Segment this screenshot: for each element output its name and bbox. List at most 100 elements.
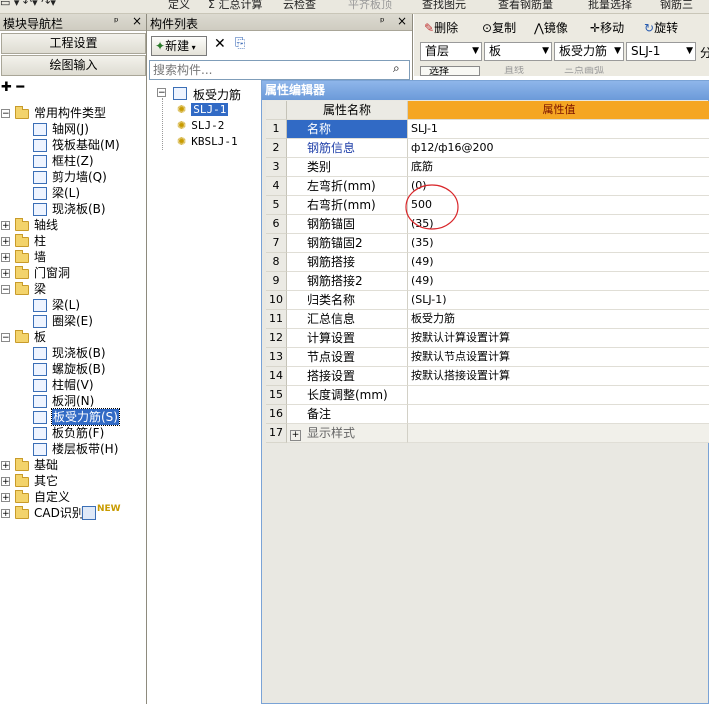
expand-icon[interactable]: + — [1, 221, 10, 231]
delete-icon[interactable]: ✕ — [214, 36, 226, 52]
property-row[interactable]: 13 节点设置 按默认节点设置计算 — [266, 348, 709, 367]
property-value[interactable]: (49) — [408, 253, 709, 272]
nav-tree-row-spiral-slab[interactable]: 螺旋板(B) — [0, 361, 146, 377]
property-row[interactable]: 11 汇总信息 板受力筋 — [266, 310, 709, 329]
nav-tree-row-cat-axis[interactable]: + 轴线 — [0, 217, 146, 233]
nav-tree-row-col-cap[interactable]: 柱帽(V) — [0, 377, 146, 393]
property-value[interactable]: 按默认计算设置计算 — [408, 329, 709, 348]
nav-tree-row-axis-net[interactable]: 轴网(J) — [0, 121, 146, 137]
property-row[interactable]: 10 归类名称 (SLJ-1) — [266, 291, 709, 310]
toolbar-summary-calc[interactable]: Σ 汇总计算 — [208, 0, 262, 12]
comp-item[interactable]: ✺ KBSLJ-1 — [177, 135, 238, 151]
nav-tree-row-shear-wall[interactable]: 剪力墙(Q) — [0, 169, 146, 185]
comp-item[interactable]: ✺ SLJ-2 — [177, 119, 224, 135]
comp-item[interactable]: ✺ SLJ-1 — [177, 103, 229, 119]
property-row[interactable]: 5 右弯折(mm) 500 — [266, 196, 709, 215]
property-row[interactable]: 16 备注 — [266, 405, 709, 424]
nav-tree-row-cast-slab[interactable]: 现浇板(B) — [0, 201, 146, 217]
copy-button[interactable]: ⊙复制 — [482, 19, 516, 36]
select-button[interactable]: 选择 — [420, 66, 480, 76]
property-value[interactable]: 按默认搭接设置计算 — [408, 367, 709, 386]
nav-tree-row-slab-stressed-rebar[interactable]: 板受力筋(S) — [0, 408, 146, 426]
expand-icon[interactable]: + — [1, 269, 10, 279]
property-row[interactable]: 15 长度调整(mm) — [266, 386, 709, 405]
property-row[interactable]: 4 左弯折(mm) (0) — [266, 177, 709, 196]
property-row[interactable]: 6 钢筋锚固 (35) — [266, 215, 709, 234]
new-button[interactable]: ✦新建 ▾ — [151, 36, 207, 56]
expand-icon[interactable]: + — [1, 493, 10, 503]
property-value[interactable]: (35) — [408, 234, 709, 253]
toolbar-find[interactable]: 查找图元 — [422, 0, 466, 12]
toolbar-rebar-3d[interactable]: 钢筋三 — [660, 0, 693, 12]
rotate-button[interactable]: ↻旋转 — [644, 19, 678, 36]
property-row[interactable]: 1 名称 SLJ-1 — [266, 120, 709, 139]
nav-tree-row-ring-beam[interactable]: 圈梁(E) — [0, 313, 146, 329]
nav-tree-row-beam[interactable]: 梁(L) — [0, 185, 146, 201]
comp-tree-root[interactable]: 板受力筋 — [193, 86, 241, 103]
mirror-button[interactable]: ⋀镜像 — [534, 19, 568, 36]
toolbar-overflow[interactable]: 分 — [700, 44, 709, 61]
nav-tree-row-slab-neg-rebar[interactable]: 板负筋(F) — [0, 425, 146, 441]
close-icon[interactable]: × — [132, 14, 142, 28]
nav-tree-row-beam-l[interactable]: 梁(L) — [0, 297, 146, 313]
expand-icon[interactable]: + — [1, 477, 10, 487]
expand-icon[interactable]: + — [1, 253, 10, 263]
nav-tree-row-cat-beam[interactable]: − 梁 — [0, 281, 146, 297]
toolbar-cloud-check[interactable]: 云检查 — [283, 0, 316, 12]
copy-icon[interactable]: ⎘ — [235, 36, 245, 51]
name-select[interactable]: SLJ-1 ▼ — [626, 42, 696, 61]
search-input[interactable]: 搜索构件... — [149, 60, 410, 80]
property-value[interactable]: 按默认节点设置计算 — [408, 348, 709, 367]
nav-tree-row-slab-hole[interactable]: 板洞(N) — [0, 393, 146, 409]
delete-button[interactable]: ✎删除 — [424, 19, 458, 36]
toolbar-view-rebar[interactable]: 查看钢筋量 — [498, 0, 553, 12]
property-value[interactable] — [408, 386, 709, 405]
expand-icon[interactable]: + — [290, 430, 301, 441]
nav-tree-row-cat-cad[interactable]: + CAD识别 NEW — [0, 504, 146, 521]
collapse-icon[interactable]: − — [1, 285, 10, 295]
type-select[interactable]: 板受力筋 ▼ — [554, 42, 624, 61]
property-row[interactable]: 12 计算设置 按默认计算设置计算 — [266, 329, 709, 348]
collapse-icon[interactable]: − — [1, 109, 10, 119]
nav-tree-row-floor-band[interactable]: 楼层板带(H) — [0, 441, 146, 457]
property-row[interactable]: 3 类别 底筋 — [266, 158, 709, 177]
property-value[interactable]: SLJ-1 — [408, 120, 709, 139]
nav-tree-row-column-cap[interactable]: 框柱(Z) — [0, 153, 146, 169]
property-row[interactable]: 9 钢筋搭接2 (49) — [266, 272, 709, 291]
property-value[interactable]: (SLJ-1) — [408, 291, 709, 310]
property-row[interactable]: 8 钢筋搭接 (49) — [266, 253, 709, 272]
property-value[interactable] — [408, 424, 709, 443]
expand-icon[interactable]: + — [1, 237, 10, 247]
arc-button[interactable]: 三点画弧 — [564, 66, 604, 76]
property-value[interactable]: 板受力筋 — [408, 310, 709, 329]
pin-icon[interactable]: ᵖ — [114, 15, 119, 28]
nav-tree-row-cat-foundation[interactable]: + 基础 — [0, 457, 146, 473]
property-row[interactable]: 14 搭接设置 按默认搭接设置计算 — [266, 367, 709, 386]
nav-tree-row-cat-common[interactable]: − 常用构件类型 — [0, 105, 146, 121]
toolbar-icons[interactable]: ▭ ▾ ↶▾ ↷▾ — [0, 0, 56, 9]
close-icon[interactable]: × — [397, 14, 407, 28]
comp-tree-expander[interactable]: − — [157, 88, 167, 98]
pin-icon[interactable]: ᵖ — [380, 15, 385, 28]
nav-tree-row-cat-column[interactable]: + 柱 — [0, 233, 146, 249]
drawing-input-button[interactable]: 绘图输入 — [1, 55, 146, 76]
property-value[interactable]: (49) — [408, 272, 709, 291]
property-row[interactable]: 17 + 显示样式 — [266, 424, 709, 443]
nav-tree-row-raft-foundation[interactable]: 筏板基础(M) — [0, 137, 146, 153]
project-settings-button[interactable]: 工程设置 — [1, 33, 146, 54]
toolbar-define[interactable]: 定义 — [168, 0, 190, 12]
collapse-icon[interactable]: − — [1, 333, 10, 343]
nav-tree-row-cat-wall[interactable]: + 墙 — [0, 249, 146, 265]
move-button[interactable]: ✛移动 — [590, 19, 624, 36]
toolbar-flush-top[interactable]: 平齐板顶 — [348, 0, 392, 12]
nav-tree-row-cat-other[interactable]: + 其它 — [0, 473, 146, 489]
property-value[interactable] — [408, 405, 709, 424]
property-value[interactable]: ф12/ф16@200 — [408, 139, 709, 158]
nav-tree-row-slab-cast[interactable]: 现浇板(B) — [0, 345, 146, 361]
expand-icon[interactable]: + — [1, 461, 10, 471]
nav-tree-row-cat-custom[interactable]: + 自定义 — [0, 489, 146, 505]
nav-tree-row-cat-slab[interactable]: − 板 — [0, 329, 146, 345]
property-value[interactable]: 底筋 — [408, 158, 709, 177]
toolbar-batch-select[interactable]: 批量选择 — [588, 0, 632, 12]
category-select[interactable]: 板 ▼ — [484, 42, 552, 61]
